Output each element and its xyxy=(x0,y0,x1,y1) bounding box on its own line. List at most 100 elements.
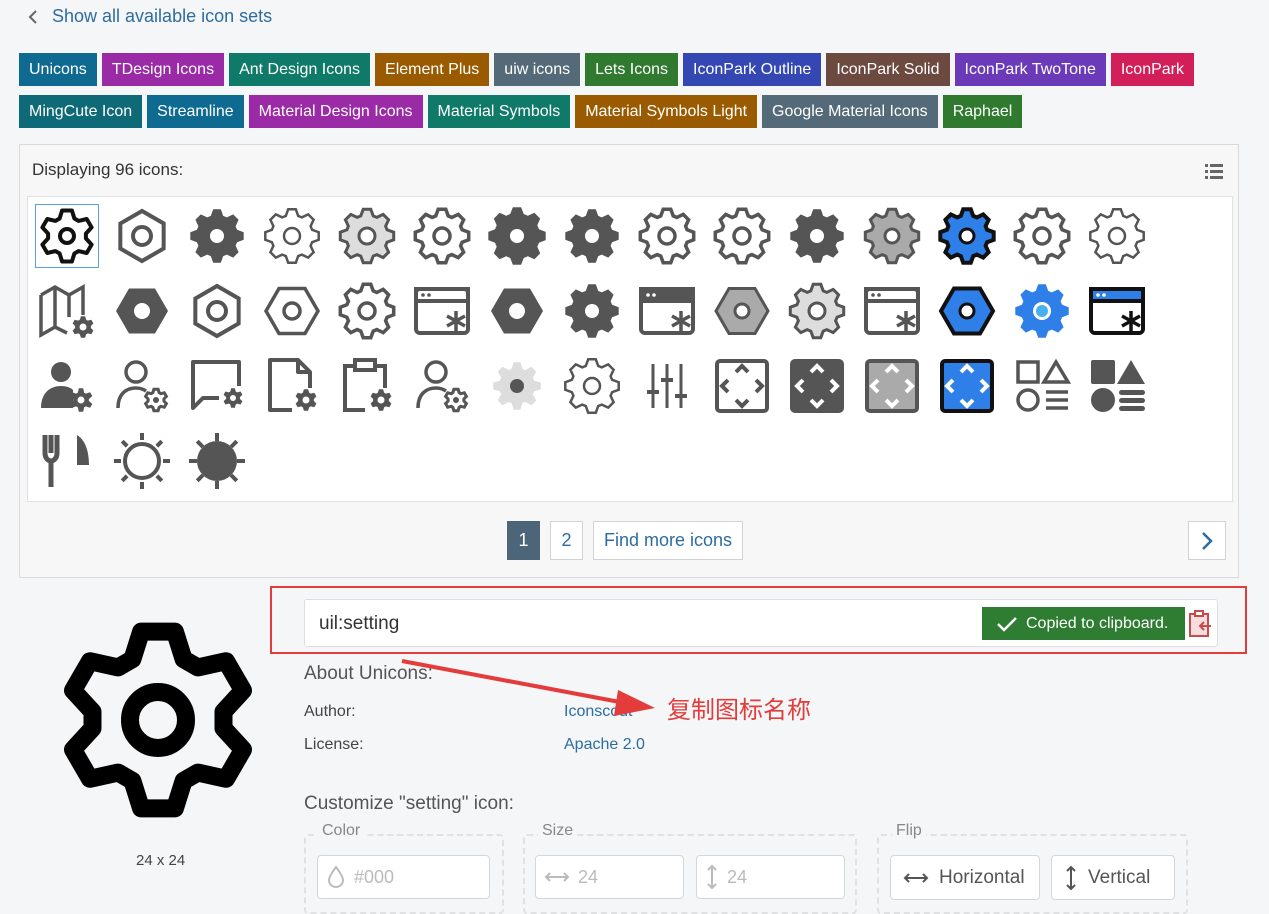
results-heading: Displaying 96 icons: xyxy=(32,160,184,179)
icon-grid-item[interactable] xyxy=(560,279,624,343)
author-link[interactable]: Iconscout xyxy=(564,703,632,721)
icon-grid-item[interactable] xyxy=(110,204,174,268)
move-frame-solid-icon xyxy=(790,359,844,413)
gear-outline-icon xyxy=(413,207,471,265)
icon-grid-item[interactable] xyxy=(1010,204,1074,268)
copy-to-clipboard-icon[interactable] xyxy=(1187,610,1213,638)
icon-set-tag-material-symbols[interactable]: Material Symbols xyxy=(427,95,571,128)
icon-set-tag-lets-icons[interactable]: Lets Icons xyxy=(585,53,679,86)
gear-solid-large-icon xyxy=(488,207,546,265)
icon-grid-item[interactable] xyxy=(860,204,924,268)
gear-gray-fill-icon xyxy=(863,207,921,265)
icon-set-tag-material-symbols-light[interactable]: Material Symbols Light xyxy=(575,95,758,128)
icon-grid-item[interactable] xyxy=(185,204,249,268)
icon-grid-item[interactable] xyxy=(635,204,699,268)
page-2-button[interactable]: 2 xyxy=(550,521,583,560)
icon-set-tag-raphael[interactable]: Raphael xyxy=(942,95,1023,128)
icon-grid-item[interactable] xyxy=(935,279,999,343)
icon-grid-item[interactable] xyxy=(185,354,249,418)
icon-grid-item[interactable] xyxy=(485,279,549,343)
gear-solid-icon xyxy=(190,209,244,263)
icon-grid-item[interactable] xyxy=(410,354,474,418)
icon-set-tag-element-plus[interactable]: Element Plus xyxy=(375,53,490,86)
gear-light-fill-icon xyxy=(338,207,396,265)
app-window-setting-solid-icon xyxy=(639,287,695,335)
width-input[interactable]: 24 xyxy=(535,855,684,899)
icon-set-tag-material-design-icons[interactable]: Material Design Icons xyxy=(248,95,423,128)
icon-set-tag-iconpark-solid[interactable]: IconPark Solid xyxy=(826,53,950,86)
icon-grid-item[interactable] xyxy=(335,279,399,343)
flip-horizontal-button[interactable]: Horizontal xyxy=(890,855,1040,900)
icon-set-tag-iconpark-twotone[interactable]: IconPark TwoTone xyxy=(954,53,1106,86)
icon-set-tag-iconpark-outline[interactable]: IconPark Outline xyxy=(683,53,822,86)
icon-grid-item[interactable] xyxy=(1085,279,1149,343)
icon-set-tag-iconpark[interactable]: IconPark xyxy=(1110,53,1194,86)
icon-set-tag-streamline[interactable]: Streamline xyxy=(147,95,244,128)
icon-grid-item[interactable] xyxy=(410,279,474,343)
icon-grid-item[interactable] xyxy=(110,279,174,343)
icon-grid-item[interactable] xyxy=(785,279,849,343)
icon-grid-item[interactable] xyxy=(260,279,324,343)
page-1-button[interactable]: 1 xyxy=(507,521,540,560)
icon-grid-item[interactable] xyxy=(35,279,99,343)
icon-grid-item[interactable] xyxy=(935,204,999,268)
icon-grid-item[interactable] xyxy=(1010,279,1074,343)
vertical-resize-icon xyxy=(707,864,717,890)
gear-light-solid-icon xyxy=(493,362,541,410)
icon-grid-item[interactable] xyxy=(635,354,699,418)
icon-grid-item[interactable] xyxy=(710,354,774,418)
icon-grid-item[interactable] xyxy=(560,354,624,418)
sun-outline-icon xyxy=(114,433,170,489)
icon-grid-item[interactable] xyxy=(35,429,99,493)
author-label: Author: xyxy=(304,703,356,720)
color-input[interactable]: #000 xyxy=(317,855,490,899)
icon-grid-item[interactable] xyxy=(185,429,249,493)
icon-set-tag-uiw-icons[interactable]: uiw icons xyxy=(494,53,581,86)
icon-grid-item[interactable] xyxy=(35,354,99,418)
next-page-button[interactable] xyxy=(1188,521,1226,560)
icon-grid-item[interactable] xyxy=(185,279,249,343)
icon-set-tag-tdesign-icons[interactable]: TDesign Icons xyxy=(101,53,225,86)
back-to-icon-sets-link[interactable]: Show all available icon sets xyxy=(28,6,272,27)
icon-grid-item[interactable] xyxy=(710,204,774,268)
icon-name-field[interactable]: uil:setting Copied to clipboard. xyxy=(304,599,1218,647)
icon-grid-item[interactable] xyxy=(935,354,999,418)
icon-set-tag-ant-design-icons[interactable]: Ant Design Icons xyxy=(229,53,371,86)
icon-grid-item[interactable] xyxy=(1085,204,1149,268)
icon-grid-item[interactable] xyxy=(410,204,474,268)
icon-grid-item[interactable] xyxy=(635,279,699,343)
icon-grid-item[interactable] xyxy=(335,204,399,268)
icon-grid-item[interactable] xyxy=(860,354,924,418)
icon-set-tag-google-material-icons[interactable]: Google Material Icons xyxy=(762,95,938,128)
license-link[interactable]: Apache 2.0 xyxy=(564,736,645,754)
find-more-icons-button[interactable]: Find more icons xyxy=(593,521,744,560)
icon-grid-item[interactable] xyxy=(785,354,849,418)
flip-horizontal-label: Horizontal xyxy=(939,866,1025,888)
icon-grid-item[interactable] xyxy=(710,279,774,343)
icon-grid-item[interactable] xyxy=(785,204,849,268)
icon-grid-item[interactable] xyxy=(1010,354,1074,418)
list-icon[interactable] xyxy=(1204,161,1224,181)
icon-grid-item[interactable] xyxy=(260,354,324,418)
category-solid-icon xyxy=(1091,360,1145,412)
gear-blue-icon xyxy=(1015,284,1069,338)
icon-grid-item[interactable] xyxy=(35,204,99,268)
flip-vertical-button[interactable]: Vertical xyxy=(1051,855,1175,900)
icon-grid-item[interactable] xyxy=(485,354,549,418)
icon-set-tag-unicons[interactable]: Unicons xyxy=(19,53,97,86)
chevron-right-icon xyxy=(1202,531,1213,550)
app-window-setting-icon xyxy=(414,287,470,335)
icon-grid-item[interactable] xyxy=(260,204,324,268)
icon-grid-item[interactable] xyxy=(560,204,624,268)
icon-grid-item[interactable] xyxy=(110,429,174,493)
icon-grid-item[interactable] xyxy=(485,204,549,268)
gear-outline-icon xyxy=(713,207,771,265)
setting-outline-icon xyxy=(40,208,94,264)
icon-grid xyxy=(27,196,1233,502)
icon-grid-item[interactable] xyxy=(110,354,174,418)
height-input[interactable]: 24 xyxy=(696,855,845,899)
icon-grid-item[interactable] xyxy=(1085,354,1149,418)
icon-set-tag-mingcute-icon[interactable]: MingCute Icon xyxy=(19,95,143,128)
icon-grid-item[interactable] xyxy=(860,279,924,343)
icon-grid-item[interactable] xyxy=(335,354,399,418)
